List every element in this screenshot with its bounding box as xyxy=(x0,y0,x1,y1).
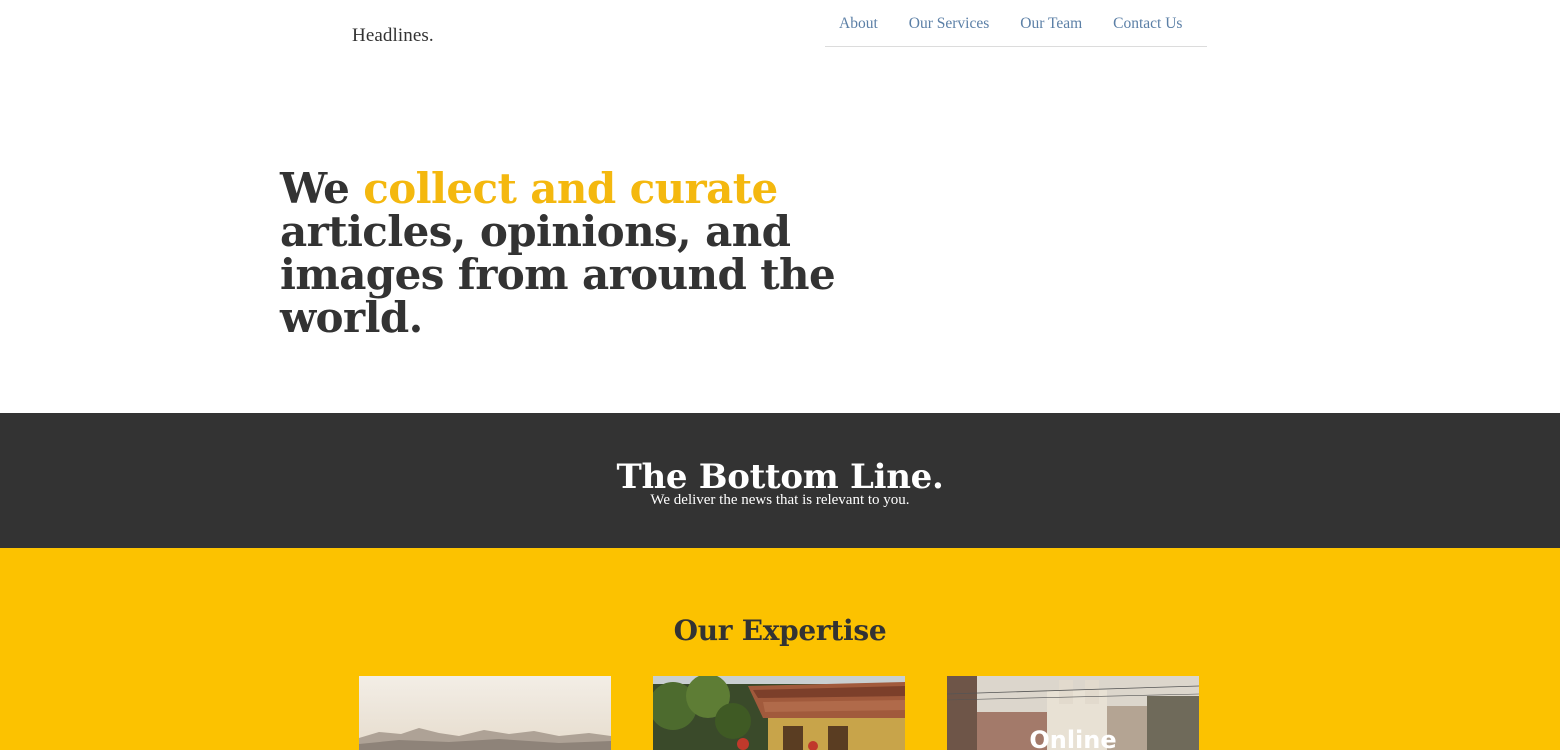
expertise-card-image[interactable] xyxy=(359,676,611,750)
site-logo[interactable]: Headlines. xyxy=(352,25,434,47)
page: Headlines. About Our Services Our Team C… xyxy=(0,0,1560,750)
expertise-card-image[interactable]: Online xyxy=(947,676,1199,750)
nav-link-our-services[interactable]: Our Services xyxy=(909,15,990,33)
expertise-section: Our Expertise Online xyxy=(0,548,1560,750)
street-building-image xyxy=(653,676,905,750)
hero-suffix: articles, opinions, and images from arou… xyxy=(280,207,836,342)
hero-prefix: We xyxy=(280,164,364,213)
bottom-line-section: The Bottom Line. We deliver the news tha… xyxy=(0,413,1560,548)
mountain-landscape-image xyxy=(359,676,611,750)
nav-link-contact-us[interactable]: Contact Us xyxy=(1113,15,1182,33)
main-nav: About Our Services Our Team Contact Us xyxy=(825,0,1207,47)
nav-link-about[interactable]: About xyxy=(839,15,878,33)
card-overlay-label: Online xyxy=(1029,726,1117,750)
expertise-card-image[interactable] xyxy=(653,676,905,750)
hero-headline: We collect and curate articles, opinions… xyxy=(280,167,920,339)
bottom-line-title: The Bottom Line. xyxy=(616,457,944,497)
expertise-title: Our Expertise xyxy=(673,614,887,647)
hero-accent-text: collect and curate xyxy=(363,164,778,213)
bottom-line-subtitle: We deliver the news that is relevant to … xyxy=(650,492,910,508)
nav-link-our-team[interactable]: Our Team xyxy=(1020,15,1082,33)
